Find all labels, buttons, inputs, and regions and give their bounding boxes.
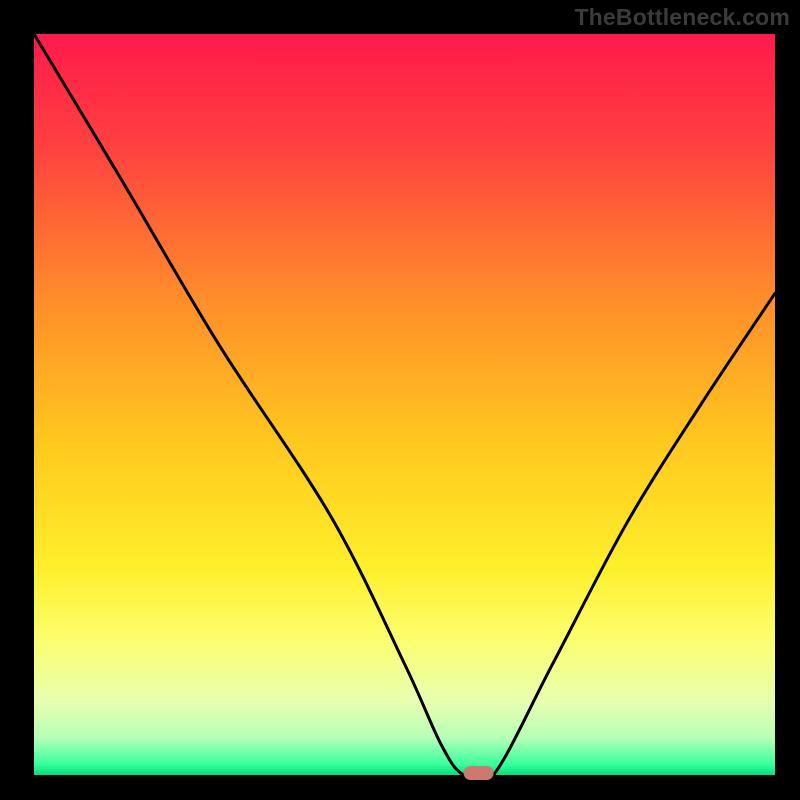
attribution-text: TheBottleneck.com [574, 4, 790, 31]
optimal-marker [464, 766, 494, 780]
bottleneck-chart [0, 0, 800, 800]
chart-container: TheBottleneck.com [0, 0, 800, 800]
